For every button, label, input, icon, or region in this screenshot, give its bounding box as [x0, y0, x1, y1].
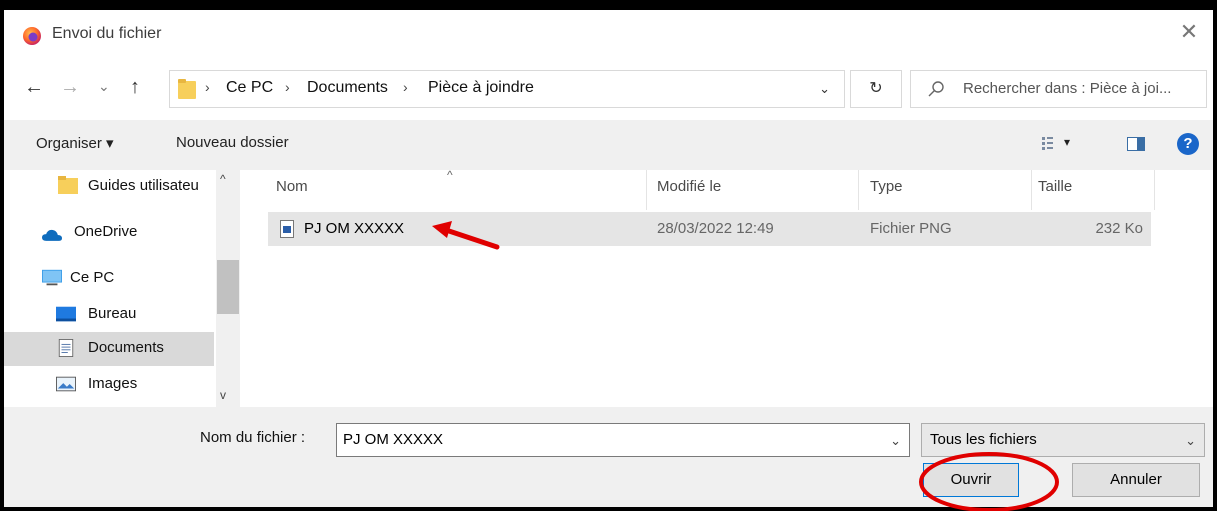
organize-button[interactable]: Organiser ▾	[36, 134, 114, 152]
main-area: Guides utilisateu OneDrive Ce PC Bureau	[4, 168, 1213, 407]
nav-pane-scrollbar[interactable]: ^ v	[216, 170, 240, 407]
breadcrumb-separator: ›	[403, 79, 408, 95]
cloud-icon	[42, 229, 62, 241]
address-row: ← → ⌄ ↑ › Ce PC › Documents › Pièce à jo…	[4, 62, 1213, 114]
nav-item-images[interactable]: Images	[4, 368, 214, 402]
column-divider[interactable]	[1154, 170, 1155, 210]
window-title: Envoi du fichier	[52, 25, 162, 42]
search-icon	[928, 81, 944, 97]
breadcrumb-ce-pc[interactable]: Ce PC	[226, 79, 273, 97]
nav-item-label: Images	[88, 375, 138, 392]
up-arrow-icon[interactable]: ↑	[130, 76, 140, 99]
chevron-down-icon[interactable]: ⌄	[890, 433, 901, 449]
scroll-up-icon[interactable]: ^	[220, 172, 226, 186]
nav-item-ce-pc[interactable]: Ce PC	[4, 262, 214, 296]
file-list: ^ Nom Modifié le Type Taille PJ OM XXXXX…	[244, 168, 1213, 407]
filetype-value: Tous les fichiers	[930, 431, 1037, 448]
chevron-down-icon[interactable]: ⌄	[1185, 433, 1196, 449]
refresh-icon[interactable]: ↻	[850, 70, 902, 108]
close-icon[interactable]: ✕	[1177, 20, 1201, 44]
images-icon	[56, 376, 76, 392]
forward-arrow-icon[interactable]: →	[60, 76, 80, 99]
folder-icon	[178, 79, 196, 99]
address-bar[interactable]: › Ce PC › Documents › Pièce à joindre ⌄	[169, 70, 845, 108]
recent-locations-icon[interactable]: ⌄	[98, 78, 110, 95]
cancel-button[interactable]: Annuler	[1072, 463, 1200, 497]
file-name: PJ OM XXXXX	[304, 220, 405, 237]
table-row[interactable]: PJ OM XXXXX 28/03/2022 12:49 Fichier PNG…	[268, 212, 1151, 246]
breadcrumb-documents[interactable]: Documents	[307, 79, 388, 97]
scroll-down-icon[interactable]: v	[220, 388, 226, 402]
command-toolbar: Organiser ▾ Nouveau dossier ▾ ?	[4, 120, 1213, 170]
title-bar: Envoi du fichier ✕	[4, 10, 1213, 56]
nav-item-label: Bureau	[88, 305, 137, 322]
nav-item-label: Ce PC	[70, 269, 115, 286]
filename-value: PJ OM XXXXX	[343, 431, 444, 448]
computer-icon	[42, 269, 62, 286]
column-header-size[interactable]: Taille	[1038, 178, 1072, 212]
view-menu-caret-icon[interactable]: ▾	[1064, 135, 1070, 149]
nav-item-onedrive[interactable]: OneDrive	[4, 216, 214, 250]
filetype-select[interactable]: Tous les fichiers ⌄	[921, 423, 1205, 457]
help-icon[interactable]: ?	[1177, 133, 1199, 155]
folder-icon	[58, 176, 78, 194]
breadcrumb-separator: ›	[205, 79, 210, 95]
scrollbar-thumb[interactable]	[217, 260, 239, 314]
view-options-icon[interactable]	[1042, 137, 1058, 151]
back-arrow-icon[interactable]: ←	[24, 76, 44, 99]
file-size: 232 Ko	[1095, 220, 1143, 237]
preview-pane-icon[interactable]	[1127, 137, 1145, 151]
file-type: Fichier PNG	[870, 220, 952, 237]
column-divider[interactable]	[646, 170, 647, 210]
column-divider[interactable]	[858, 170, 859, 210]
search-input[interactable]: Rechercher dans : Pièce à joi...	[910, 70, 1207, 108]
column-header-modified[interactable]: Modifié le	[657, 178, 721, 212]
new-folder-button[interactable]: Nouveau dossier	[176, 134, 289, 151]
filename-input[interactable]: PJ OM XXXXX ⌄	[336, 423, 910, 457]
open-button[interactable]: Ouvrir	[923, 463, 1019, 497]
documents-icon	[58, 339, 74, 357]
nav-item-label: Documents	[88, 339, 164, 356]
navigation-pane: Guides utilisateu OneDrive Ce PC Bureau	[4, 170, 244, 407]
file-modified: 28/03/2022 12:49	[657, 220, 774, 237]
firefox-icon	[23, 27, 41, 45]
nav-item-label: OneDrive	[74, 223, 138, 240]
column-header-name[interactable]: Nom	[276, 178, 308, 212]
png-file-icon	[280, 220, 294, 238]
filename-label: Nom du fichier :	[200, 429, 306, 446]
column-divider[interactable]	[1031, 170, 1032, 210]
column-header-type[interactable]: Type	[870, 178, 903, 212]
desktop-icon	[56, 306, 76, 322]
sort-ascending-icon: ^	[447, 168, 453, 182]
nav-item-guides[interactable]: Guides utilisateu	[4, 170, 214, 204]
nav-item-bureau[interactable]: Bureau	[4, 298, 214, 332]
breadcrumb-separator: ›	[285, 79, 290, 95]
address-dropdown-icon[interactable]: ⌄	[819, 81, 830, 97]
search-placeholder: Rechercher dans : Pièce à joi...	[963, 80, 1172, 97]
breadcrumb-piece-a-joindre[interactable]: Pièce à joindre	[428, 79, 534, 97]
nav-item-documents[interactable]: Documents	[4, 332, 214, 366]
nav-item-label: Guides utilisateu	[88, 177, 199, 194]
bottom-panel: Nom du fichier : PJ OM XXXXX ⌄ Tous les …	[4, 407, 1213, 507]
